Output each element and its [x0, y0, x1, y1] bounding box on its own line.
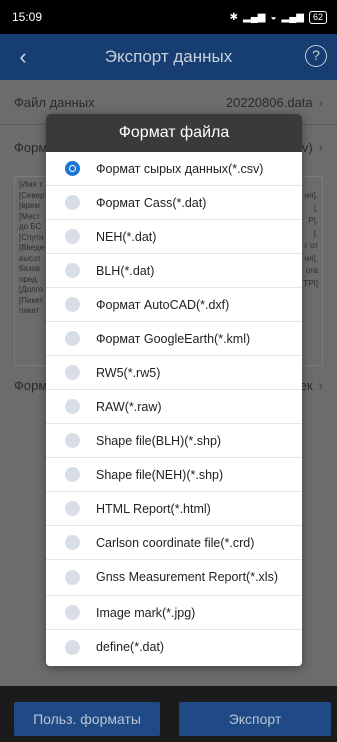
- format-option[interactable]: BLH(*.dat): [46, 254, 302, 288]
- format-option-label: Image mark(*.jpg): [96, 605, 196, 620]
- format-option[interactable]: RW5(*.rw5): [46, 356, 302, 390]
- status-time: 15:09: [12, 10, 43, 24]
- radio-icon: [65, 229, 80, 244]
- export-fields-right: ия], ], P], ], г от ия], ота TPI]: [303, 191, 318, 288]
- radio-selected-icon: [65, 161, 80, 176]
- signal-icon-2: ▂▄▆: [281, 11, 304, 23]
- signal-icon: ▂▄▆: [243, 11, 266, 23]
- export-button[interactable]: Экспорт: [179, 702, 331, 736]
- format-option-label: Shape file(BLH)(*.shp): [96, 433, 222, 448]
- battery-icon: 62: [308, 10, 327, 24]
- format-option-label: Gnss Measurement Report(*.xls): [96, 570, 279, 584]
- format-option-label: Формат AutoCAD(*.dxf): [96, 297, 230, 312]
- status-bar: 15:09 ✱ ▂▄▆ ◒ ▂▄▆ 62: [0, 0, 337, 34]
- format-option[interactable]: Shape file(NEH)(*.shp): [46, 458, 302, 492]
- radio-icon: [65, 639, 80, 655]
- data-file-value: 20220806.data: [225, 94, 313, 110]
- format-option-label: Формат сырых данных(*.csv): [96, 161, 264, 176]
- format-option[interactable]: Формат Cass(*.dat): [46, 186, 302, 220]
- format-option[interactable]: Image mark(*.jpg): [46, 596, 302, 630]
- format-option[interactable]: HTML Report(*.html): [46, 492, 302, 526]
- radio-icon: [65, 297, 80, 312]
- dialog-title: Формат файла: [46, 114, 302, 152]
- format-option-label: RAW(*.raw): [96, 399, 162, 414]
- radio-icon: [65, 365, 80, 380]
- format-option-label: Shape file(NEH)(*.shp): [96, 467, 224, 482]
- back-icon[interactable]: ‹: [10, 44, 36, 70]
- format-option[interactable]: RAW(*.raw): [46, 390, 302, 424]
- data-file-label: Файл данных: [14, 94, 95, 110]
- radio-icon: [65, 331, 80, 346]
- format-row-2-label: Форм: [14, 377, 48, 393]
- bluetooth-icon: ✱: [229, 11, 238, 23]
- export-fields-left: [Имя т [Север [врем [Мест до БС [Спутн […: [19, 180, 45, 315]
- radio-icon: [65, 195, 80, 210]
- wifi-icon: ◒: [270, 11, 277, 23]
- chevron-right-icon: ›: [318, 377, 323, 393]
- format-option[interactable]: Формат AutoCAD(*.dxf): [46, 288, 302, 322]
- radio-icon: [65, 399, 80, 414]
- help-icon[interactable]: ?: [305, 45, 327, 67]
- radio-icon: [65, 433, 80, 448]
- format-option-label: HTML Report(*.html): [96, 501, 211, 516]
- format-option[interactable]: Gnss Measurement Report(*.xls): [46, 560, 302, 596]
- file-format-label: Форм: [14, 139, 48, 155]
- page-title: Экспорт данных: [104, 47, 233, 66]
- format-option[interactable]: Carlson coordinate file(*.crd): [46, 526, 302, 560]
- custom-formats-button[interactable]: Польз. форматы: [14, 702, 160, 736]
- radio-icon: [65, 467, 80, 482]
- chevron-right-icon: ›: [318, 94, 323, 110]
- file-format-dialog: Формат файла Формат сырых данных(*.csv) …: [46, 114, 302, 666]
- format-options-list: Формат сырых данных(*.csv) Формат Cass(*…: [46, 152, 302, 664]
- format-option-label: BLH(*.dat): [96, 263, 155, 278]
- format-option[interactable]: define(*.dat): [46, 630, 302, 664]
- app-header: ‹ Экспорт данных ?: [0, 34, 337, 80]
- format-option[interactable]: NEH(*.dat): [46, 220, 302, 254]
- status-icons: ✱ ▂▄▆ ◒ ▂▄▆ 62: [229, 10, 327, 24]
- radio-icon: [65, 535, 80, 550]
- radio-icon: [65, 570, 80, 585]
- format-option-label: RW5(*.rw5): [96, 365, 161, 380]
- format-option[interactable]: Shape file(BLH)(*.shp): [46, 424, 302, 458]
- format-option[interactable]: Формат GoogleEarth(*.kml): [46, 322, 302, 356]
- format-option-label: Формат GoogleEarth(*.kml): [96, 331, 251, 346]
- format-option-label: Формат Cass(*.dat): [96, 195, 207, 210]
- radio-icon: [65, 605, 80, 620]
- format-option-label: NEH(*.dat): [96, 229, 157, 244]
- format-option-label: Carlson coordinate file(*.crd): [96, 535, 255, 550]
- format-option[interactable]: Формат сырых данных(*.csv): [46, 152, 302, 186]
- radio-icon: [65, 263, 80, 278]
- radio-icon: [65, 501, 80, 516]
- chevron-right-icon: ›: [318, 139, 323, 155]
- format-option-label: define(*.dat): [96, 640, 165, 654]
